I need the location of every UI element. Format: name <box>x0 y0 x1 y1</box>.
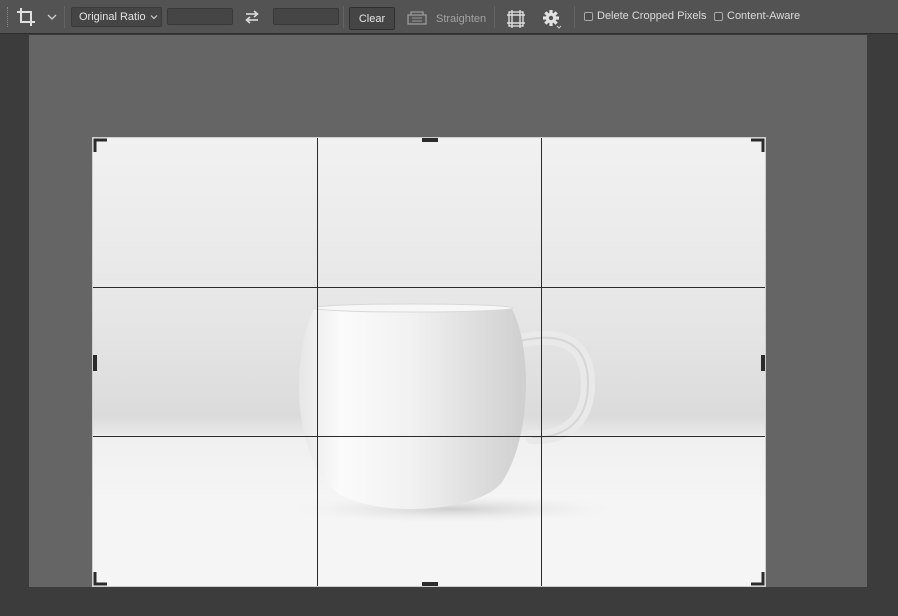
toolbar-divider <box>494 6 495 28</box>
toolbar-divider <box>574 6 575 28</box>
height-field[interactable] <box>273 8 339 25</box>
toolbar-divider <box>343 6 344 28</box>
crop-handle-bottom-right[interactable] <box>749 570 765 586</box>
thirds-grid-line <box>93 287 765 288</box>
crop-icon <box>17 8 35 26</box>
toolbar-divider <box>64 6 65 28</box>
crop-handle-top-right[interactable] <box>749 138 765 154</box>
crop-handle-top-left[interactable] <box>93 138 109 154</box>
delete-cropped-pixels-checkbox[interactable]: Delete Cropped Pixels <box>584 10 706 22</box>
thirds-grid-line <box>317 138 318 586</box>
grid-overlay-icon[interactable] <box>506 9 526 29</box>
straighten-label[interactable]: Straighten <box>436 13 486 25</box>
options-bar: Original Ratio Clear Straighten Delete C… <box>0 0 898 34</box>
ratio-select[interactable]: Original Ratio <box>71 7 162 27</box>
straighten-icon[interactable] <box>406 9 428 26</box>
thirds-grid-line <box>541 138 542 586</box>
crop-box[interactable] <box>92 137 766 587</box>
width-field[interactable] <box>167 8 233 25</box>
clear-button[interactable]: Clear <box>349 7 395 30</box>
crop-handle-left[interactable] <box>93 355 97 371</box>
swap-arrows-icon[interactable] <box>243 8 261 26</box>
crop-handle-bottom-left[interactable] <box>93 570 109 586</box>
crop-handle-bottom[interactable] <box>422 582 438 586</box>
gear-icon[interactable] <box>541 8 563 30</box>
delete-cropped-pixels-label: Delete Cropped Pixels <box>597 10 707 22</box>
chevron-down-icon <box>47 14 57 20</box>
crop-tool-preset-button[interactable] <box>15 5 59 29</box>
document-workspace <box>0 35 898 616</box>
checkbox-box[interactable] <box>584 11 593 21</box>
crop-handle-right[interactable] <box>761 355 765 371</box>
crop-handle-top[interactable] <box>422 138 438 142</box>
chevron-down-icon <box>147 12 161 22</box>
content-aware-checkbox[interactable]: Content-Aware <box>714 10 800 22</box>
content-aware-label: Content-Aware <box>727 10 801 22</box>
toolbar-grip[interactable] <box>7 7 9 27</box>
thirds-grid-line <box>93 436 765 437</box>
checkbox-box[interactable] <box>714 11 723 21</box>
ratio-select-value: Original Ratio <box>79 11 146 23</box>
